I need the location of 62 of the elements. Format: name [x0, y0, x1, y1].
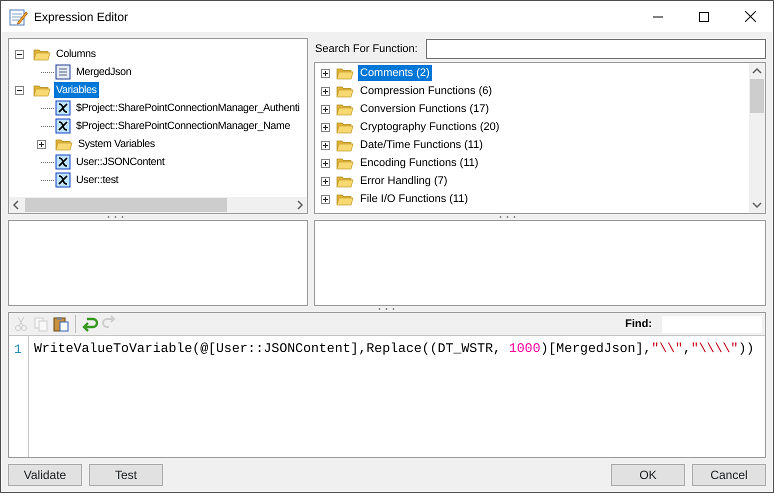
tree-item[interactable]: $Project::SharePointConnectionManager_Name	[74, 118, 292, 134]
tree-item[interactable]: MergedJson	[74, 64, 134, 80]
scroll-thumb[interactable]	[750, 79, 764, 113]
function-category[interactable]: Error Handling (7)	[358, 173, 450, 189]
search-field[interactable]	[426, 39, 766, 59]
folder-item[interactable]: System Variables	[76, 136, 157, 152]
folder-item[interactable]: Variables	[54, 82, 99, 98]
folder-icon	[336, 84, 354, 98]
function-category[interactable]: Encoding Functions (11)	[358, 155, 480, 171]
tree-item[interactable]: User::JSONContent	[74, 154, 167, 170]
expand-icon[interactable]	[321, 68, 330, 78]
variable-icon	[55, 118, 71, 134]
function-category[interactable]: Cryptography Functions (20)	[358, 119, 502, 135]
expand-icon[interactable]	[37, 140, 46, 148]
expand-icon[interactable]	[321, 140, 330, 150]
dialog-button[interactable]: Cancel	[692, 464, 766, 486]
folder-icon	[336, 102, 354, 116]
function-category[interactable]: Conversion Functions (17)	[358, 101, 492, 117]
expand-icon[interactable]	[321, 194, 330, 204]
tree-item[interactable]: User::test	[74, 172, 120, 188]
paste-icon[interactable]	[52, 315, 70, 333]
undo-icon[interactable]	[81, 315, 99, 333]
expand-icon[interactable]	[321, 122, 330, 132]
expand-icon[interactable]	[321, 158, 330, 168]
collapse-icon[interactable]	[15, 86, 24, 94]
function-category[interactable]: Compression Functions (6)	[358, 83, 494, 99]
line-number: 1	[14, 341, 23, 359]
column-icon	[55, 64, 71, 80]
expand-icon[interactable]	[321, 176, 330, 186]
scroll-thumb[interactable]	[25, 198, 227, 212]
folder-item[interactable]: Columns	[54, 46, 98, 62]
variable-icon	[55, 154, 71, 170]
folder-icon	[33, 83, 51, 97]
variable-icon	[55, 100, 71, 116]
expand-icon[interactable]	[321, 104, 330, 114]
folder-icon	[336, 192, 354, 206]
dialog-button[interactable]: Test	[89, 464, 163, 486]
window-title: Expression Editor	[34, 8, 130, 26]
vertical-scrollbar[interactable]	[749, 63, 765, 213]
folder-icon	[336, 174, 354, 188]
folder-icon	[33, 47, 51, 61]
folder-icon	[336, 120, 354, 134]
function-category[interactable]: Comments (2)	[358, 65, 432, 81]
close-icon[interactable]	[744, 11, 756, 22]
function-category[interactable]: Date/Time Functions (11)	[358, 137, 485, 153]
folder-icon	[336, 156, 354, 170]
expand-icon[interactable]	[321, 86, 330, 96]
folder-icon	[55, 137, 73, 151]
editor-icon	[8, 6, 28, 26]
maximize-icon[interactable]	[699, 12, 709, 22]
tree-item[interactable]: $Project::SharePointConnectionManager_Authenti	[74, 100, 302, 116]
horizontal-scrollbar[interactable]	[9, 197, 307, 213]
find-label: Find:	[625, 316, 652, 332]
code-line[interactable]: WriteValueToVariable(@[User::JSONContent],Replace((DT_WSTR, 1000)[MergedJson],"\\","\\\\"))	[29, 336, 754, 457]
folder-icon	[336, 66, 354, 80]
dialog-button[interactable]: OK	[611, 464, 685, 486]
search-label: Search For Function:	[314, 42, 418, 57]
folder-icon	[336, 138, 354, 152]
dialog-button[interactable]: Validate	[8, 464, 82, 486]
function-category[interactable]: File I/O Functions (11)	[358, 191, 470, 207]
variable-icon	[55, 172, 71, 188]
collapse-icon[interactable]	[15, 50, 24, 58]
